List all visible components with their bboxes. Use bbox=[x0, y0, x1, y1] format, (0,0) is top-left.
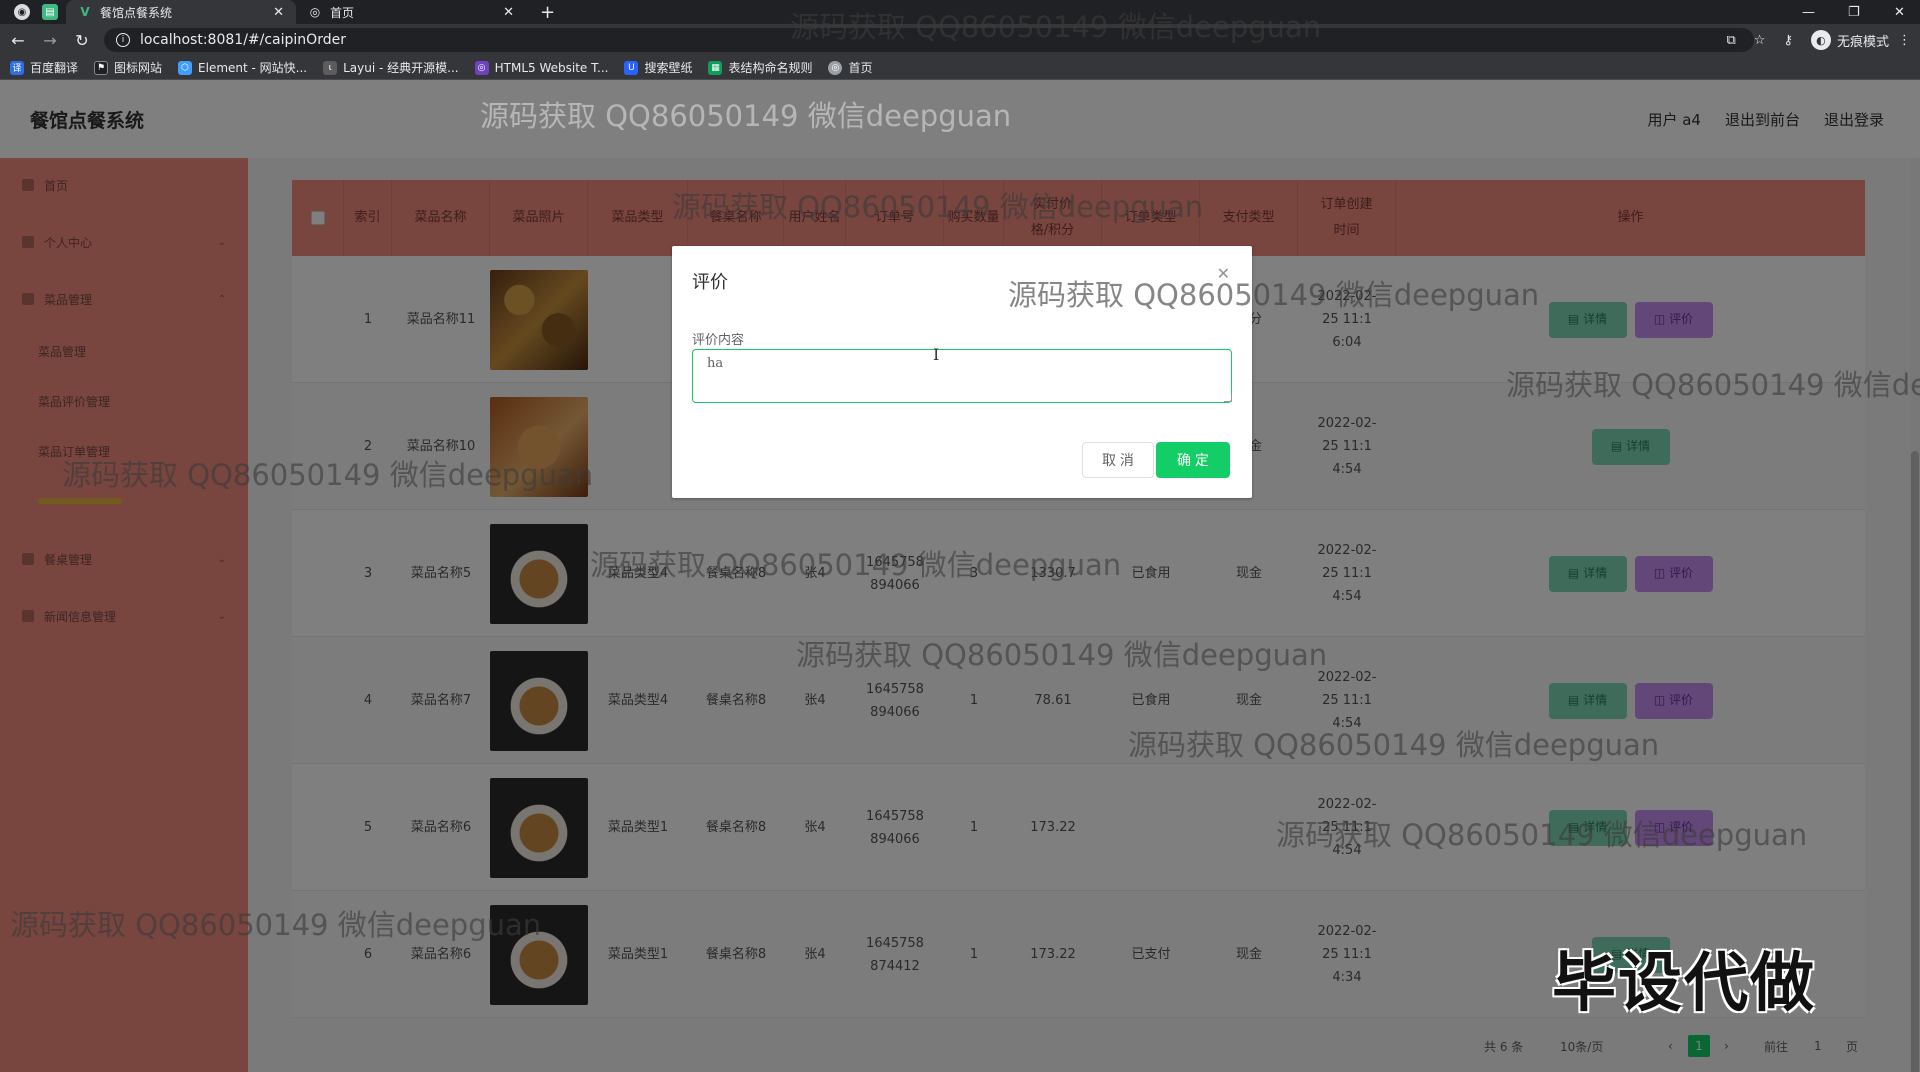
window-close-icon[interactable]: ✕ bbox=[1894, 0, 1905, 24]
flag-bookmark-icon: ⚑ bbox=[94, 60, 109, 75]
watermark: 源码获取 QQ86050149 微信deepguan bbox=[1276, 818, 1808, 852]
key-icon[interactable]: ⚷ bbox=[1783, 33, 1793, 48]
vue-pinned-tab-icon[interactable]: ▤ bbox=[42, 4, 58, 20]
bookmarks-bar: 译百度翻译 ⚑ 图标网站 ⬡ Element - 网站快... ι Layui - 经… bbox=[0, 56, 1920, 80]
close-icon[interactable]: ✕ bbox=[273, 5, 284, 20]
browser-logo-icon: ◉ bbox=[14, 4, 30, 20]
incognito-label: 无痕模式 bbox=[1836, 34, 1889, 50]
restore-icon[interactable]: ❐ bbox=[1848, 0, 1860, 24]
reload-icon[interactable]: ↻ bbox=[66, 31, 98, 50]
text-cursor-icon: I bbox=[933, 345, 940, 364]
back-arrow-icon[interactable]: ← bbox=[2, 31, 34, 50]
watermark: 源码获取 QQ86050149 微信deepguan bbox=[1008, 278, 1540, 312]
sheet-bookmark-icon: ▦ bbox=[708, 60, 723, 75]
tab-title: 餐馆点餐系统 bbox=[100, 5, 173, 20]
browser-tab-inactive[interactable]: ◎ 首页 ✕ bbox=[296, 0, 526, 24]
forward-arrow-icon[interactable]: → bbox=[34, 31, 66, 50]
review-content-input[interactable]: ha bbox=[692, 349, 1232, 403]
info-icon[interactable]: i bbox=[116, 33, 130, 47]
bookmark-item[interactable]: 译百度翻译 bbox=[10, 59, 78, 76]
html5-bookmark-icon: ◎ bbox=[474, 60, 489, 75]
wallpaper-bookmark-icon: U bbox=[624, 60, 639, 75]
bookmark-label: 百度翻译 bbox=[30, 61, 79, 75]
bookmark-item[interactable]: ◎ 首页 bbox=[828, 59, 873, 76]
bookmark-label: Element - 网站快... bbox=[198, 61, 308, 75]
watermark: 源码获取 QQ86050149 微信deepguan bbox=[1506, 368, 1920, 402]
watermark: 源码获取 QQ86050149 微信deepguan bbox=[1128, 728, 1660, 762]
bookmark-label: HTML5 Website T... bbox=[494, 60, 609, 75]
globe-icon: ◎ bbox=[309, 5, 321, 19]
minimize-icon[interactable]: — bbox=[1802, 0, 1815, 24]
close-icon[interactable]: ✕ bbox=[503, 5, 514, 20]
watermark: 源码获取 QQ86050149 微信deepguan bbox=[796, 638, 1328, 672]
bookmark-item[interactable]: ⚑ 图标网站 bbox=[94, 59, 162, 76]
translate-bookmark-icon: 译 bbox=[10, 60, 24, 75]
watermark: 源码获取 QQ86050149 微信deepguan bbox=[62, 458, 594, 492]
tab-title: 首页 bbox=[330, 5, 355, 20]
new-tab-icon[interactable]: + bbox=[540, 2, 555, 23]
address-bar-actions: ⧉ ☆ ⚷ ◐ 无痕模式 ⋮ bbox=[1718, 24, 1920, 56]
watermark: 源码获取 QQ86050149 微信deepguan bbox=[480, 99, 1012, 133]
bookmark-item[interactable]: ⬡ Element - 网站快... bbox=[178, 59, 307, 76]
cancel-button[interactable]: 取 消 bbox=[1082, 442, 1154, 478]
watermark-stamp: 毕设代做 bbox=[1552, 947, 1816, 1021]
bookmark-item[interactable]: ι Layui - 经典开源模... bbox=[323, 59, 459, 76]
vue-icon: V bbox=[80, 5, 90, 19]
menu-icon[interactable]: ⋮ bbox=[1898, 33, 1911, 48]
bookmark-label: 搜索壁纸 bbox=[644, 61, 693, 75]
incognito-icon: ◐ bbox=[1810, 30, 1831, 50]
bookmark-item[interactable]: U 搜索壁纸 bbox=[624, 59, 692, 76]
star-icon[interactable]: ☆ bbox=[1754, 33, 1766, 48]
element-bookmark-icon: ⬡ bbox=[178, 60, 193, 75]
watermark: 源码获取 QQ86050149 微信deepguan bbox=[672, 190, 1204, 224]
url-text: localhost:8081/#/caipinOrder bbox=[140, 32, 346, 48]
incognito-indicator[interactable]: ◐ 无痕模式 bbox=[1802, 30, 1889, 50]
translate-icon[interactable]: ⧉ bbox=[1727, 33, 1736, 48]
bookmark-item[interactable]: ◎ HTML5 Website T... bbox=[474, 60, 609, 75]
watermark: 源码获取 QQ86050149 微信deepguan bbox=[10, 908, 542, 942]
bookmark-label: 图标网站 bbox=[114, 61, 163, 75]
confirm-button[interactable]: 确 定 bbox=[1156, 442, 1230, 478]
review-content-label: 评价内容 bbox=[692, 333, 745, 348]
bookmark-label: 首页 bbox=[848, 61, 873, 75]
globe-icon: ◎ bbox=[828, 60, 843, 75]
bookmark-item[interactable]: ▦ 表结构命名规则 bbox=[708, 59, 812, 76]
bookmark-label: Layui - 经典开源模... bbox=[343, 61, 459, 75]
dialog-title: 评价 bbox=[692, 272, 728, 293]
resize-handle-icon[interactable] bbox=[1224, 394, 1232, 402]
watermark: 源码获取 QQ86050149 微信deepguan bbox=[790, 10, 1322, 44]
browser-tab-active[interactable]: V 餐馆点餐系统 ✕ bbox=[66, 0, 296, 24]
watermark: 源码获取 QQ86050149 微信deepguan bbox=[590, 548, 1122, 582]
layui-bookmark-icon: ι bbox=[323, 60, 338, 75]
bookmark-label: 表结构命名规则 bbox=[728, 61, 813, 75]
